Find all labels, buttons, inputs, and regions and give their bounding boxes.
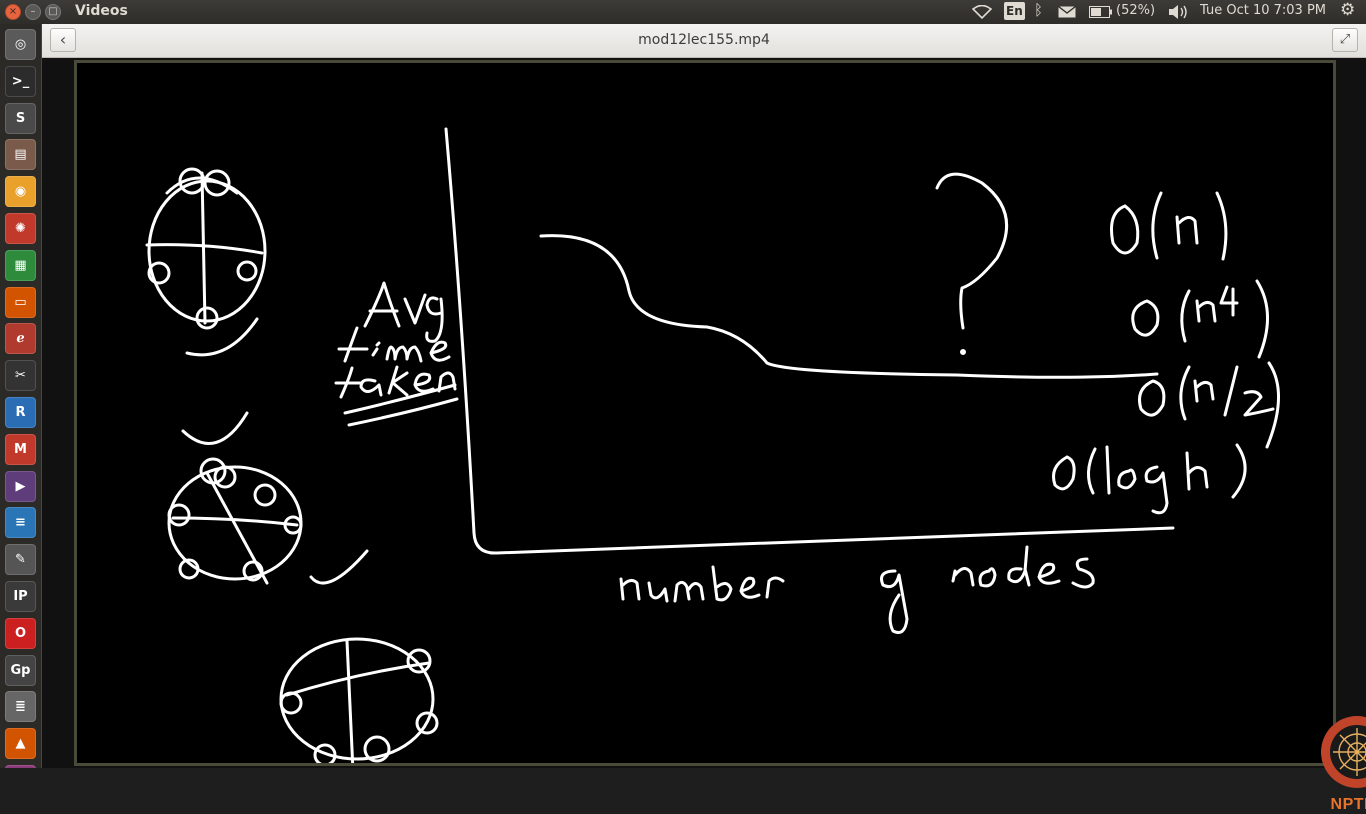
launcher-r-icon[interactable]: R — [5, 397, 36, 428]
launcher-pdf-reader-icon[interactable]: ℯ — [5, 323, 36, 355]
launcher-sublime-text-icon[interactable]: S — [5, 102, 36, 134]
gmail-icon: M — [14, 441, 27, 457]
battery-icon[interactable] — [1089, 6, 1113, 18]
chrome-icon: ◉ — [14, 184, 27, 200]
gear-icon[interactable]: ⚙ — [1340, 0, 1355, 20]
launcher-opera-icon[interactable]: O — [5, 617, 36, 649]
launcher-dash-icon[interactable]: ◎ — [5, 29, 36, 60]
terminal-icon: >_ — [11, 73, 30, 89]
curve — [539, 234, 1159, 379]
launcher-stacks-icon[interactable]: ≣ — [5, 691, 36, 723]
gp-icon: Gp — [10, 662, 31, 678]
whiteboard-drawing — [145, 127, 1280, 763]
media-icon: ▶ — [15, 478, 26, 494]
launcher-files-icon[interactable]: ▤ — [5, 139, 36, 171]
launcher-presentation-icon[interactable]: ▭ — [5, 286, 36, 318]
question-dot — [960, 349, 966, 355]
mail-icon[interactable] — [1058, 6, 1076, 18]
text-editor-icon: ✎ — [15, 552, 26, 568]
app-title: Videos — [75, 3, 128, 19]
video-header-bar: ‹ mod12lec155.mp4 ⤢ — [42, 24, 1366, 58]
launcher-document-icon[interactable]: ≡ — [5, 507, 36, 539]
stacks-icon: ≣ — [15, 699, 26, 715]
launcher-settings-icon[interactable]: ✺ — [5, 213, 36, 244]
ipython-icon: IP — [13, 589, 28, 604]
settings-icon: ✺ — [15, 221, 26, 236]
fullscreen-button[interactable]: ⤢ — [1332, 28, 1358, 52]
document-icon: ≡ — [15, 515, 26, 531]
launcher: ◎>_S▤◉✺▦▭ℯ✂RM▶≡✎IPOGp≣▲▭ — [0, 24, 42, 768]
launcher-ipython-icon[interactable]: IP — [5, 581, 36, 612]
dash-icon: ◎ — [14, 37, 27, 52]
launcher-text-editor-icon[interactable]: ✎ — [5, 544, 36, 576]
minimize-window-button[interactable]: – — [25, 4, 41, 20]
maximize-window-button[interactable]: □ — [45, 4, 61, 20]
launcher-media-icon[interactable]: ▶ — [5, 470, 36, 502]
close-window-button[interactable]: × — [5, 4, 21, 20]
launcher-terminal-icon[interactable]: >_ — [5, 65, 36, 97]
clock[interactable]: Tue Oct 10 7:03 PM — [1200, 3, 1326, 18]
top-panel: × – □ Videos En ᛒ (52%) Tue Oct 10 7:03 … — [0, 0, 1366, 24]
video-file-title: mod12lec155.mp4 — [638, 32, 770, 48]
video-frame[interactable]: NPTEL — [74, 60, 1366, 813]
pdf-reader-icon: ℯ — [16, 331, 25, 347]
opera-icon: O — [14, 625, 27, 641]
spreadsheet-icon: ▦ — [14, 257, 27, 273]
r-icon: R — [15, 405, 26, 420]
video-editor-icon: ✂ — [15, 368, 26, 384]
nptel-logo-text: NPTEL — [1330, 796, 1366, 813]
presentation-icon: ▭ — [14, 294, 27, 310]
battery-percent[interactable]: (52%) — [1116, 3, 1155, 18]
launcher-video-editor-icon[interactable]: ✂ — [5, 360, 36, 392]
launcher-install-icon[interactable]: ▲ — [5, 728, 36, 760]
video-area[interactable]: NPTEL — [42, 58, 1366, 813]
launcher-gmail-icon[interactable]: M — [5, 433, 36, 465]
sublime-text-icon: S — [15, 110, 26, 126]
files-icon: ▤ — [14, 147, 27, 163]
launcher-spreadsheet-icon[interactable]: ▦ — [5, 249, 36, 281]
volume-icon[interactable] — [1168, 5, 1188, 19]
wifi-icon[interactable] — [972, 5, 992, 19]
install-icon: ▲ — [15, 736, 26, 752]
bluetooth-icon[interactable]: ᛒ — [1034, 1, 1043, 19]
launcher-chrome-icon[interactable]: ◉ — [5, 176, 36, 208]
launcher-gp-icon[interactable]: Gp — [5, 654, 36, 686]
question-mark — [935, 172, 1009, 330]
keyboard-layout-indicator[interactable]: En — [1004, 2, 1025, 20]
